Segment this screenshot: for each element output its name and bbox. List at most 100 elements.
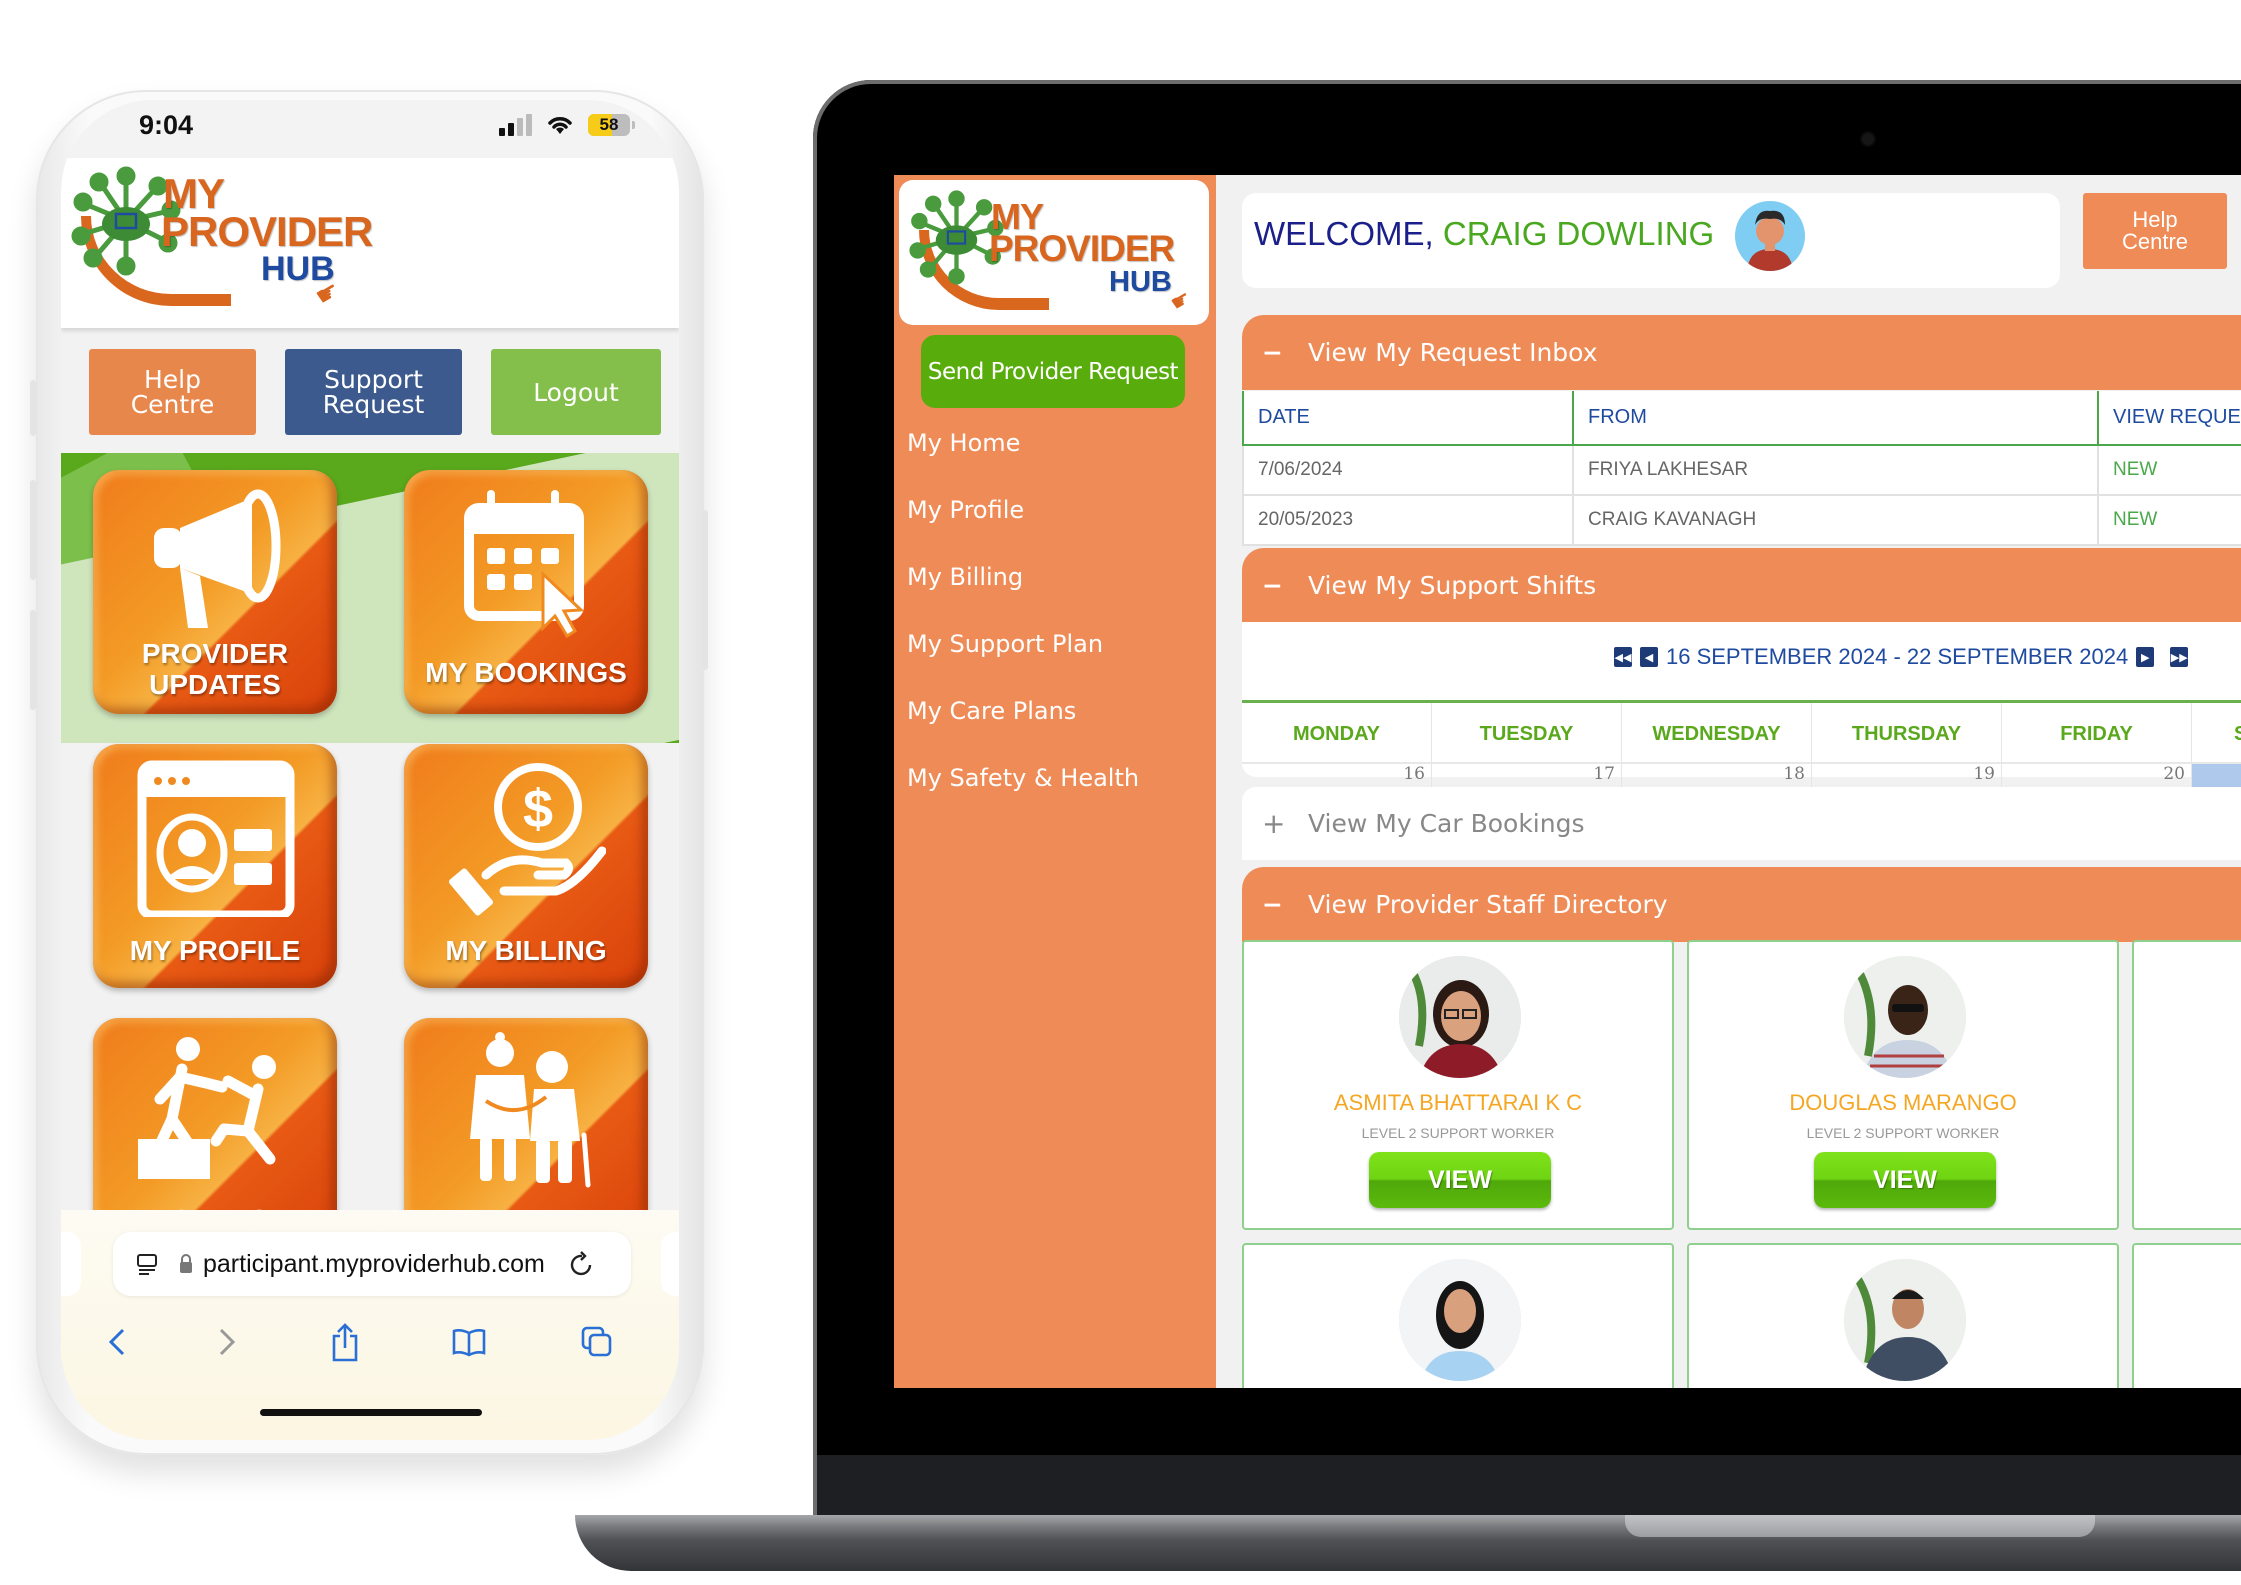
view-staff-button[interactable]: VIEW [1814, 1152, 1996, 1208]
support-shifts-header[interactable]: − View My Support Shifts [1242, 548, 2241, 623]
welcome-card: WELCOME, CRAIG DOWLING [1242, 193, 2060, 288]
row-status-link[interactable]: NEW [2097, 444, 2241, 496]
url-text: participant.myproviderhub.com [203, 1249, 545, 1278]
collapse-icon: − [1262, 890, 1283, 919]
date-cell[interactable]: 16 [1242, 762, 1432, 790]
shift-calendar: ◀◀ ◀ 16 SEPTEMBER 2024 - 22 SEPTEMBER 20… [1242, 622, 2241, 790]
svg-text:$: $ [523, 779, 553, 839]
phone-volume-up [30, 480, 36, 580]
my-billing-tile[interactable]: $ MY BILLING [404, 744, 648, 988]
battery-percent: 58 [599, 115, 619, 134]
my-profile-tile[interactable]: MY PROFILE [93, 744, 337, 988]
sidebar-item-my-support-plan[interactable]: My Support Plan [907, 629, 1139, 696]
date-cell[interactable]: 17 [1432, 762, 1622, 790]
logo-text-hub: HUB [1109, 266, 1172, 298]
prev-tab-peek [61, 1232, 81, 1296]
help-centre-button[interactable]: Help Centre [89, 349, 256, 435]
date-cell[interactable]: 19 [1812, 762, 2002, 790]
row-from: FRIYA LAKHESAR [1572, 444, 2099, 496]
row-from: CRAIG KAVANAGH [1572, 494, 2099, 546]
row-date: 20/05/2023 [1242, 494, 1574, 546]
staff-photo [1844, 956, 1966, 1078]
panel-title: View My Car Bookings [1308, 809, 1585, 838]
phone-power-button [702, 510, 708, 670]
forward-icon[interactable] [207, 1320, 247, 1364]
column-header-from[interactable]: FROM [1572, 391, 2099, 446]
weekday-saturday: S [2192, 703, 2241, 765]
row-status-link[interactable]: NEW [2097, 494, 2241, 546]
my-bookings-tile[interactable]: MY BOOKINGS [404, 470, 648, 714]
request-inbox-header[interactable]: − View My Request Inbox [1242, 315, 2241, 390]
cellular-signal-icon [499, 114, 532, 136]
sidebar-item-my-home[interactable]: My Home [907, 428, 1139, 495]
request-inbox-table: DATE FROM VIEW REQUE 7/06/2024 FRIYA LAK… [1242, 391, 2241, 546]
laptop-chin [817, 1455, 2241, 1517]
weekday-monday: MONDAY [1242, 703, 1432, 765]
app-logo[interactable]: MY PROVIDER HUB ☛ [71, 166, 373, 316]
date-cell-today[interactable] [2192, 762, 2241, 790]
column-header-view-request[interactable]: VIEW REQUE [2097, 391, 2241, 446]
browser-toolbar: participant.myproviderhub.com [61, 1210, 679, 1440]
staff-card [2132, 940, 2241, 1230]
week-range: 16 SEPTEMBER 2024 - 22 SEPTEMBER 2024 [1666, 644, 2129, 669]
staff-card [1242, 1243, 1674, 1388]
care-plans-icon [470, 1032, 591, 1188]
reader-mode-icon [137, 1254, 157, 1275]
prev-week-icon[interactable]: ◀ [1640, 647, 1658, 667]
staff-card: DOUGLAS MARANGO LEVEL 2 SUPPORT WORKER V… [1687, 940, 2119, 1230]
staff-photo [1844, 1259, 1966, 1381]
sidebar-item-my-care-plans[interactable]: My Care Plans [907, 696, 1139, 763]
date-cell[interactable]: 20 [2002, 762, 2192, 790]
car-bookings-header[interactable]: + View My Car Bookings [1242, 787, 2241, 860]
browser-nav [61, 1320, 679, 1370]
phone-volume-down [30, 610, 36, 710]
send-provider-request-button[interactable]: Send Provider Request [921, 335, 1185, 408]
phone-silent-switch [30, 380, 36, 436]
calendar-icon [464, 490, 585, 638]
weekday-friday: FRIDAY [2002, 703, 2192, 765]
logo-text-provider: PROVIDER [161, 208, 373, 255]
tabs-icon[interactable] [577, 1320, 617, 1364]
support-request-button[interactable]: Support Request [285, 349, 462, 435]
marketing-mockup: 9:04 58 MY PROVIDER HUB ☛ Help Centre Su… [0, 0, 2241, 1585]
reload-icon[interactable] [569, 1250, 595, 1278]
sidebar-item-my-billing[interactable]: My Billing [907, 562, 1139, 629]
table-row[interactable]: 7/06/2024 FRIYA LAKHESAR NEW [1242, 444, 2241, 496]
collapse-icon: − [1262, 571, 1283, 600]
share-icon[interactable] [325, 1320, 365, 1364]
bookmarks-icon[interactable] [449, 1320, 489, 1364]
battery-icon: 58 [588, 114, 635, 136]
staff-card [1687, 1243, 2119, 1388]
app-header: MY PROVIDER HUB ☛ [61, 158, 679, 328]
welcome-heading: WELCOME, CRAIG DOWLING [1254, 215, 1715, 252]
sidebar-item-my-safety-health[interactable]: My Safety & Health [907, 763, 1139, 830]
next-week-icon[interactable]: ▶ [2136, 647, 2155, 667]
column-header-date[interactable]: DATE [1242, 391, 1574, 446]
view-staff-button[interactable]: VIEW [1369, 1152, 1551, 1208]
logout-button[interactable]: Logout [491, 349, 661, 435]
sidebar-logo[interactable]: MY PROVIDER HUB ☛ [899, 180, 1209, 325]
expand-icon: + [1262, 807, 1286, 840]
help-centre-button[interactable]: Help Centre [2083, 193, 2227, 269]
date-cell[interactable]: 18 [1622, 762, 1812, 790]
first-week-icon[interactable]: ◀◀ [1614, 647, 1632, 667]
status-bar: 9:04 58 [61, 100, 679, 158]
sidebar-item-my-profile[interactable]: My Profile [907, 495, 1139, 562]
provider-updates-tile[interactable]: PROVIDER UPDATES [93, 470, 337, 714]
user-avatar[interactable] [1735, 201, 1805, 271]
staff-photo [1399, 1259, 1521, 1381]
staff-directory-header[interactable]: − View Provider Staff Directory [1242, 867, 2241, 942]
laptop-open-notch [1625, 1515, 2095, 1537]
back-icon[interactable] [97, 1320, 137, 1364]
phone-action-buttons: Help Centre Support Request Logout [61, 349, 679, 439]
last-week-icon[interactable]: ▶▶ [2170, 647, 2189, 667]
sidebar-nav: My Home My Profile My Billing My Support… [907, 428, 1139, 830]
weekday-tuesday: TUESDAY [1432, 703, 1622, 765]
panel-title: View My Request Inbox [1308, 338, 1598, 367]
table-row[interactable]: 20/05/2023 CRAIG KAVANAGH NEW [1242, 494, 2241, 546]
webcam [1862, 133, 1874, 145]
wifi-icon [548, 117, 572, 134]
staff-card: ASMITA BHATTARAI K C LEVEL 2 SUPPORT WOR… [1242, 940, 1674, 1230]
weekday-header-row: MONDAY TUESDAY WEDNESDAY THURSDAY FRIDAY… [1242, 700, 2241, 765]
address-bar[interactable]: participant.myproviderhub.com [113, 1232, 631, 1296]
